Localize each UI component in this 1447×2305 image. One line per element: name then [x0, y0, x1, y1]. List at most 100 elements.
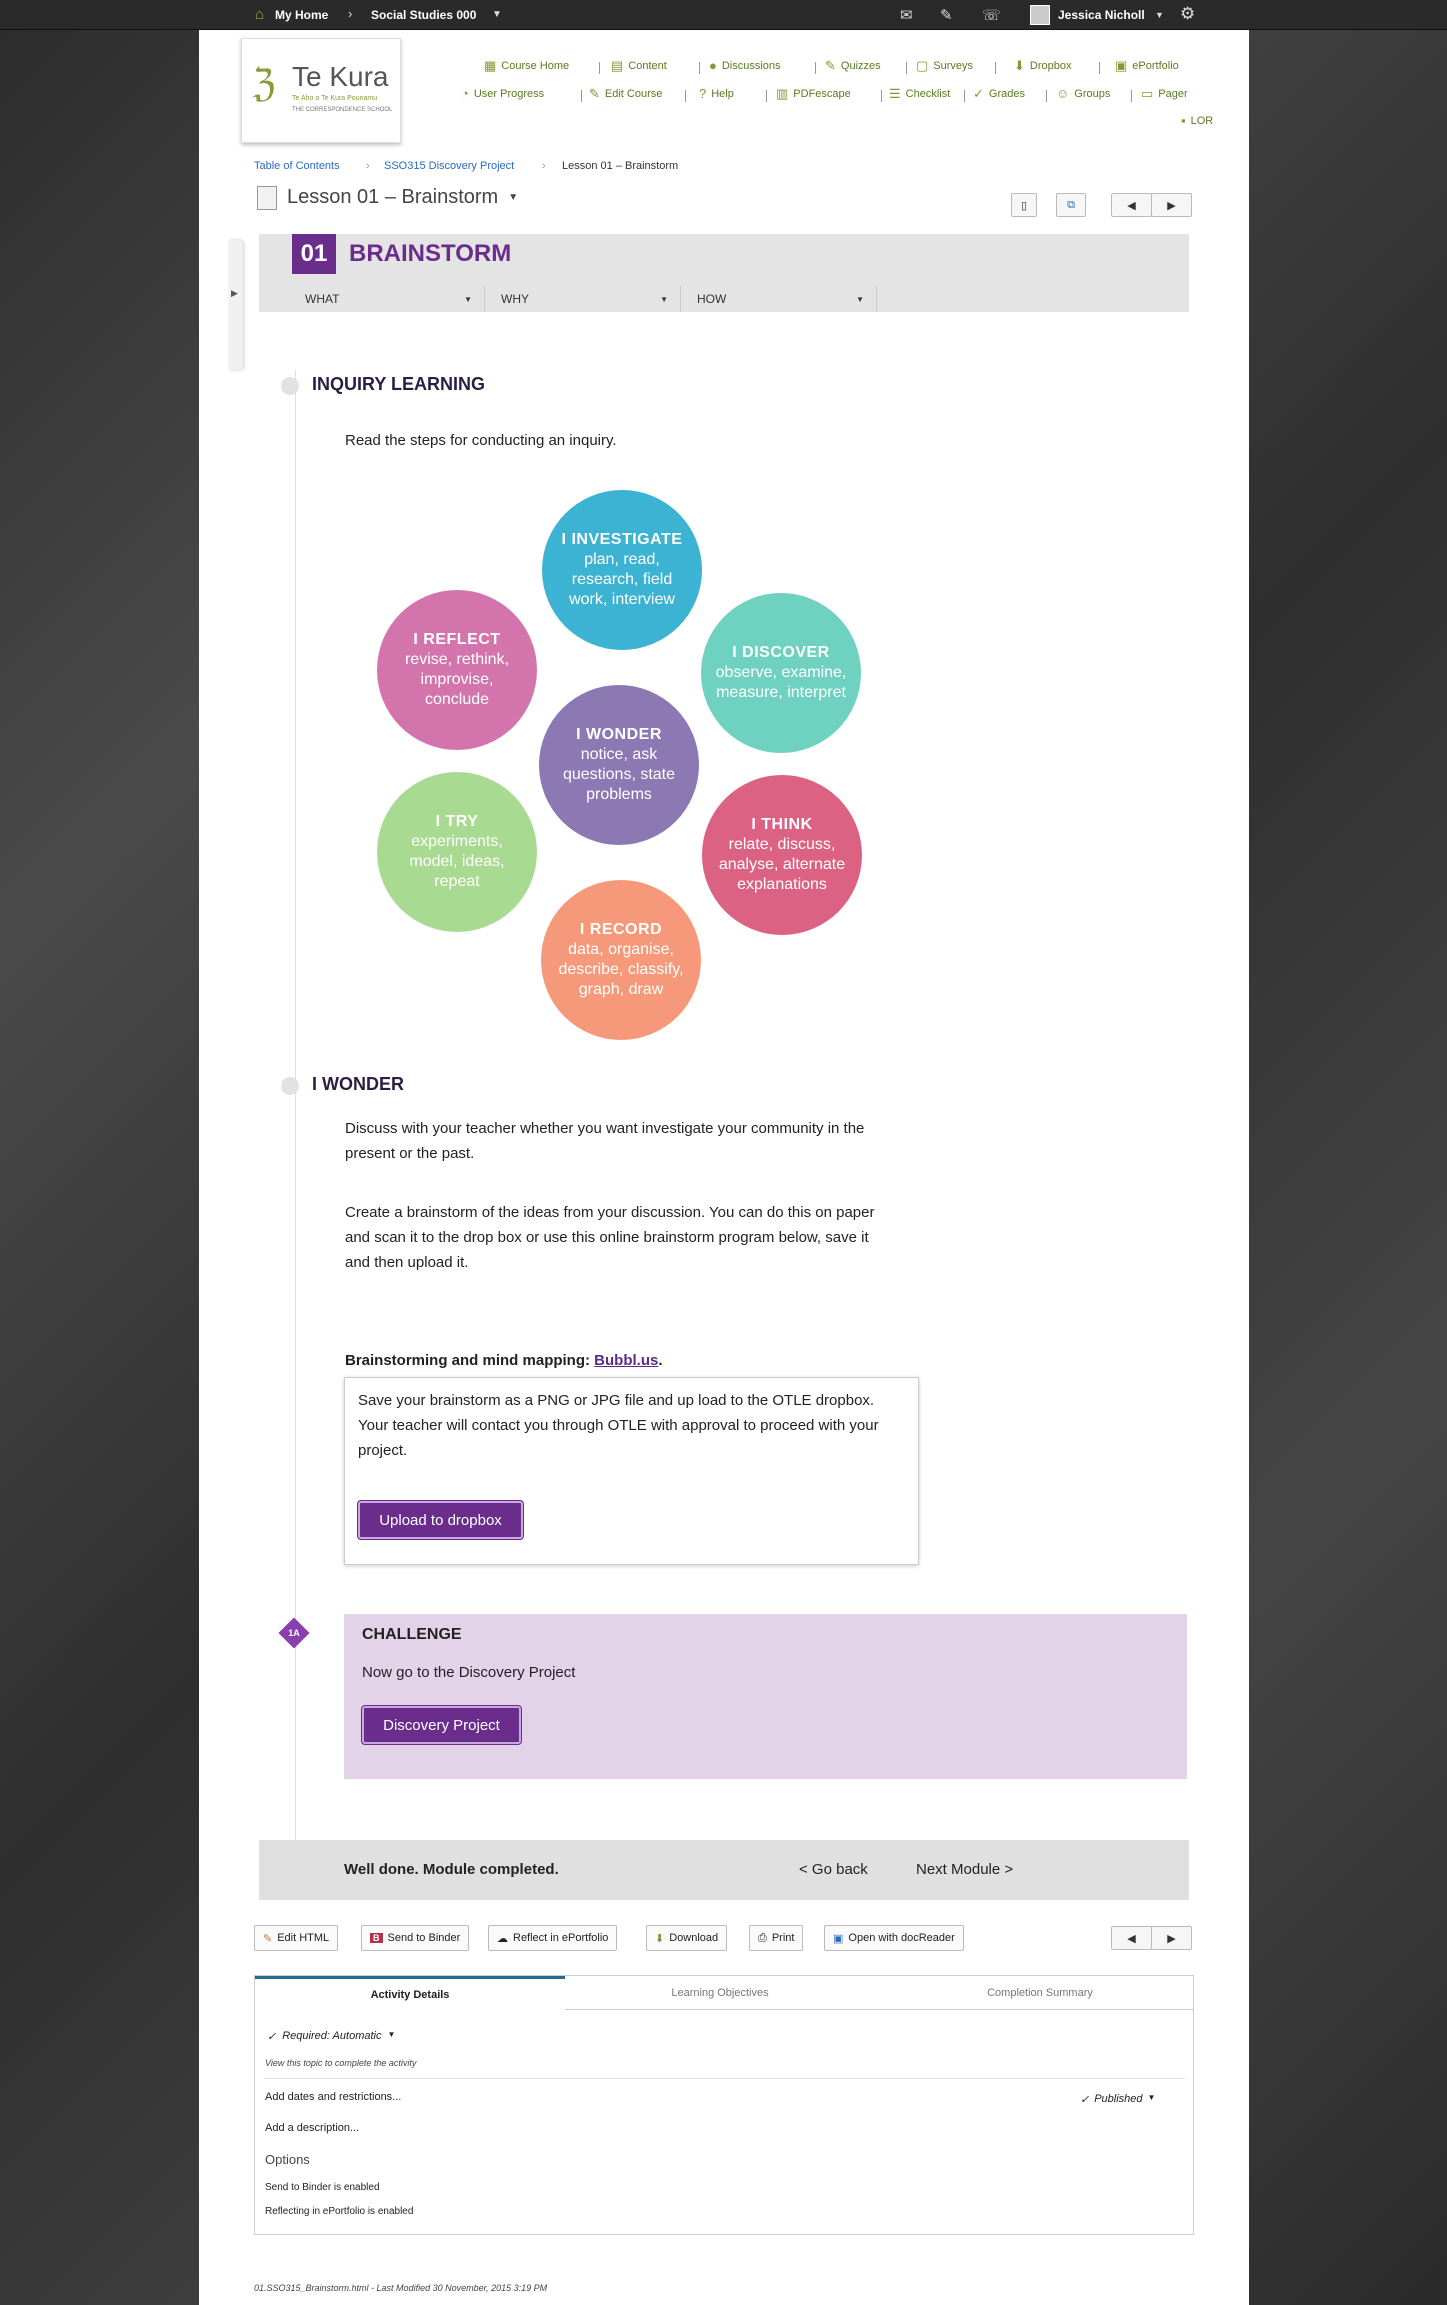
step-title: I TRY [435, 813, 479, 830]
nav-label: User Progress [473, 87, 545, 100]
module-complete-text: Well done. Module completed. [344, 1861, 559, 1878]
nav-groups[interactable]: ☺ Groups [1056, 86, 1110, 101]
nav-quizzes[interactable]: ✎ Quizzes [825, 58, 881, 74]
arrow-right-icon: ▶ [1167, 199, 1176, 212]
divider [1131, 90, 1132, 102]
divider [1099, 62, 1100, 74]
tab-completion-summary[interactable]: Completion Summary [885, 1976, 1195, 2010]
lesson-title-menu[interactable]: Lesson 01 – Brainstorm ▼ [287, 186, 518, 209]
tab-label: HOW [697, 292, 727, 306]
module-footer: Well done. Module completed. < Go back N… [259, 1840, 1189, 1900]
divider [766, 90, 767, 102]
tab-learning-objectives[interactable]: Learning Objectives [565, 1976, 875, 2010]
nav-checklist[interactable]: ☰ Checklist [889, 86, 950, 102]
step-text: data, organise, describe, classify, grap… [558, 941, 684, 998]
user-menu[interactable]: Jessica Nicholl [1058, 8, 1145, 22]
nav-course-home[interactable]: ▦ Course Home [484, 58, 569, 74]
add-dates-link[interactable]: Add dates and restrictions... [265, 2091, 401, 2103]
next-module-link[interactable]: Next Module > [916, 1857, 1013, 1882]
nav-label: Groups [1074, 87, 1111, 100]
course-selector[interactable]: Social Studies 000 [371, 8, 476, 22]
edit-html-button[interactable]: ✎ Edit HTML [254, 1925, 339, 1951]
go-back-link[interactable]: < Go back [799, 1857, 868, 1882]
breadcrumb-project[interactable]: SSO315 Discovery Project [384, 160, 514, 172]
add-description-link[interactable]: Add a description... [265, 2122, 359, 2134]
print-button[interactable]: ⎙ Print [749, 1925, 804, 1951]
step-wonder: I WONDER notice, ask questions, state pro… [539, 685, 699, 845]
step-title: I REFLECT [413, 631, 501, 648]
step-text: revise, rethink, improvise, conclude [404, 651, 510, 708]
challenge-heading: CHALLENGE [362, 1626, 462, 1643]
divider [964, 90, 965, 102]
challenge-badge-label: 1A [288, 1628, 300, 1638]
download-button[interactable]: ⬇ Download [646, 1925, 728, 1951]
module-title: BRAINSTORM [349, 240, 512, 267]
checklist-icon: ☰ [889, 86, 901, 101]
callout-text: Save your brainstorm as a PNG or JPG fil… [358, 1392, 879, 1459]
nav-label: Dropbox [1029, 60, 1072, 72]
tab-what[interactable]: WHAT ▼ [289, 286, 485, 312]
nav-discussions[interactable]: ● Discussions [709, 58, 781, 73]
nav-eportfolio[interactable]: ▣ ePortfolio [1115, 58, 1179, 74]
nav-pager[interactable]: ▭ Pager [1141, 86, 1188, 102]
step-text: experiments, model, ideas, repeat [409, 833, 505, 890]
step-title: I RECORD [579, 921, 663, 938]
logo-mark-icon: ℨ [252, 61, 276, 105]
dropbox-icon: ⬇ [1014, 58, 1025, 73]
divider [265, 2078, 1185, 2079]
send-to-binder-button[interactable]: B Send to Binder [361, 1925, 470, 1951]
chevron-down-icon[interactable]: ▼ [492, 9, 502, 20]
published-menu[interactable]: ✓ Published ▼ [1080, 2093, 1155, 2106]
challenge-badge: 1A [278, 1617, 310, 1649]
nav-edit-course[interactable]: ✎ Edit Course [589, 86, 662, 102]
logo-subtitle: Te Aho o Te Kura Pounamu [292, 95, 378, 102]
nav-label: Help [711, 87, 734, 100]
updates-icon[interactable]: ☏ [982, 6, 1001, 24]
button-label: Reflect in ePortfolio [513, 1932, 609, 1944]
te-kura-logo[interactable]: ℨ Te Kura Te Aho o Te Kura Pounamu THE C… [241, 38, 401, 143]
tab-why[interactable]: WHY ▼ [485, 286, 681, 312]
bubbl-link[interactable]: Bubbl.us [594, 1352, 658, 1369]
nav-help[interactable]: ? Help [699, 86, 734, 101]
breadcrumb-toc[interactable]: Table of Contents [254, 160, 340, 172]
chevron-down-icon: ▼ [660, 294, 668, 304]
nav-label: Checklist [905, 88, 951, 100]
tab-activity-details[interactable]: Activity Details [255, 1976, 565, 2010]
my-home-link[interactable]: My Home [275, 8, 328, 22]
step-think: I THINK relate, discuss, analyse, alterna… [702, 775, 862, 935]
nav-user-progress[interactable]: ◔ User Progress [461, 86, 544, 101]
gear-icon[interactable]: ⚙ [1180, 4, 1195, 24]
wonder-paragraph-2: Create a brainstorm of the ideas from yo… [345, 1204, 875, 1271]
nav-dropbox[interactable]: ⬇ Dropbox [1014, 58, 1071, 74]
avatar[interactable] [1030, 5, 1050, 25]
tab-how[interactable]: HOW ▼ [681, 286, 877, 312]
bookmark-button[interactable]: ▯ [1011, 193, 1037, 217]
tab-label: WHY [501, 292, 529, 306]
nav-surveys[interactable]: ▢ Surveys [916, 58, 973, 74]
step-record: I RECORD data, organise, describe, classi… [541, 880, 701, 1040]
mail-icon[interactable]: ✉ [900, 6, 913, 24]
required-label: Required: Automatic [282, 2030, 382, 2042]
subscriptions-icon[interactable]: ✎ [940, 6, 953, 24]
sidebar-toggle[interactable]: ▶ [229, 240, 243, 370]
page-title: Lesson 01 – Brainstorm [287, 186, 499, 208]
discovery-project-button[interactable]: Discovery Project [362, 1706, 521, 1744]
completion-required-menu[interactable]: ✓ Required: Automatic ▼ [267, 2030, 395, 2043]
nav-content[interactable]: ▤ Content [611, 58, 667, 74]
next-topic-button[interactable]: ▶ [1151, 1926, 1192, 1950]
section-dot [281, 1077, 299, 1095]
nav-pdfescape[interactable]: ▥ PDFescape [776, 86, 851, 102]
upload-to-dropbox-button[interactable]: Upload to dropbox [358, 1501, 523, 1539]
new-window-button[interactable]: ⧉ [1056, 193, 1086, 217]
nav-grades[interactable]: ✓ Grades [973, 86, 1025, 102]
step-text: observe, examine, measure, interpret [715, 664, 847, 701]
check-icon: ✓ [267, 2031, 277, 2043]
nav-lor[interactable]: ▪ LOR [1181, 113, 1213, 128]
chevron-down-icon[interactable]: ▼ [1155, 10, 1164, 20]
next-topic-button[interactable]: ▶ [1151, 193, 1192, 217]
previous-topic-button[interactable]: ◀ [1111, 193, 1152, 217]
open-docreader-button[interactable]: ▣ Open with docReader [824, 1925, 964, 1951]
reflect-eportfolio-button[interactable]: ☁ Reflect in ePortfolio [488, 1925, 618, 1951]
previous-topic-button[interactable]: ◀ [1111, 1926, 1152, 1950]
nav-label: Discussions [721, 59, 781, 72]
